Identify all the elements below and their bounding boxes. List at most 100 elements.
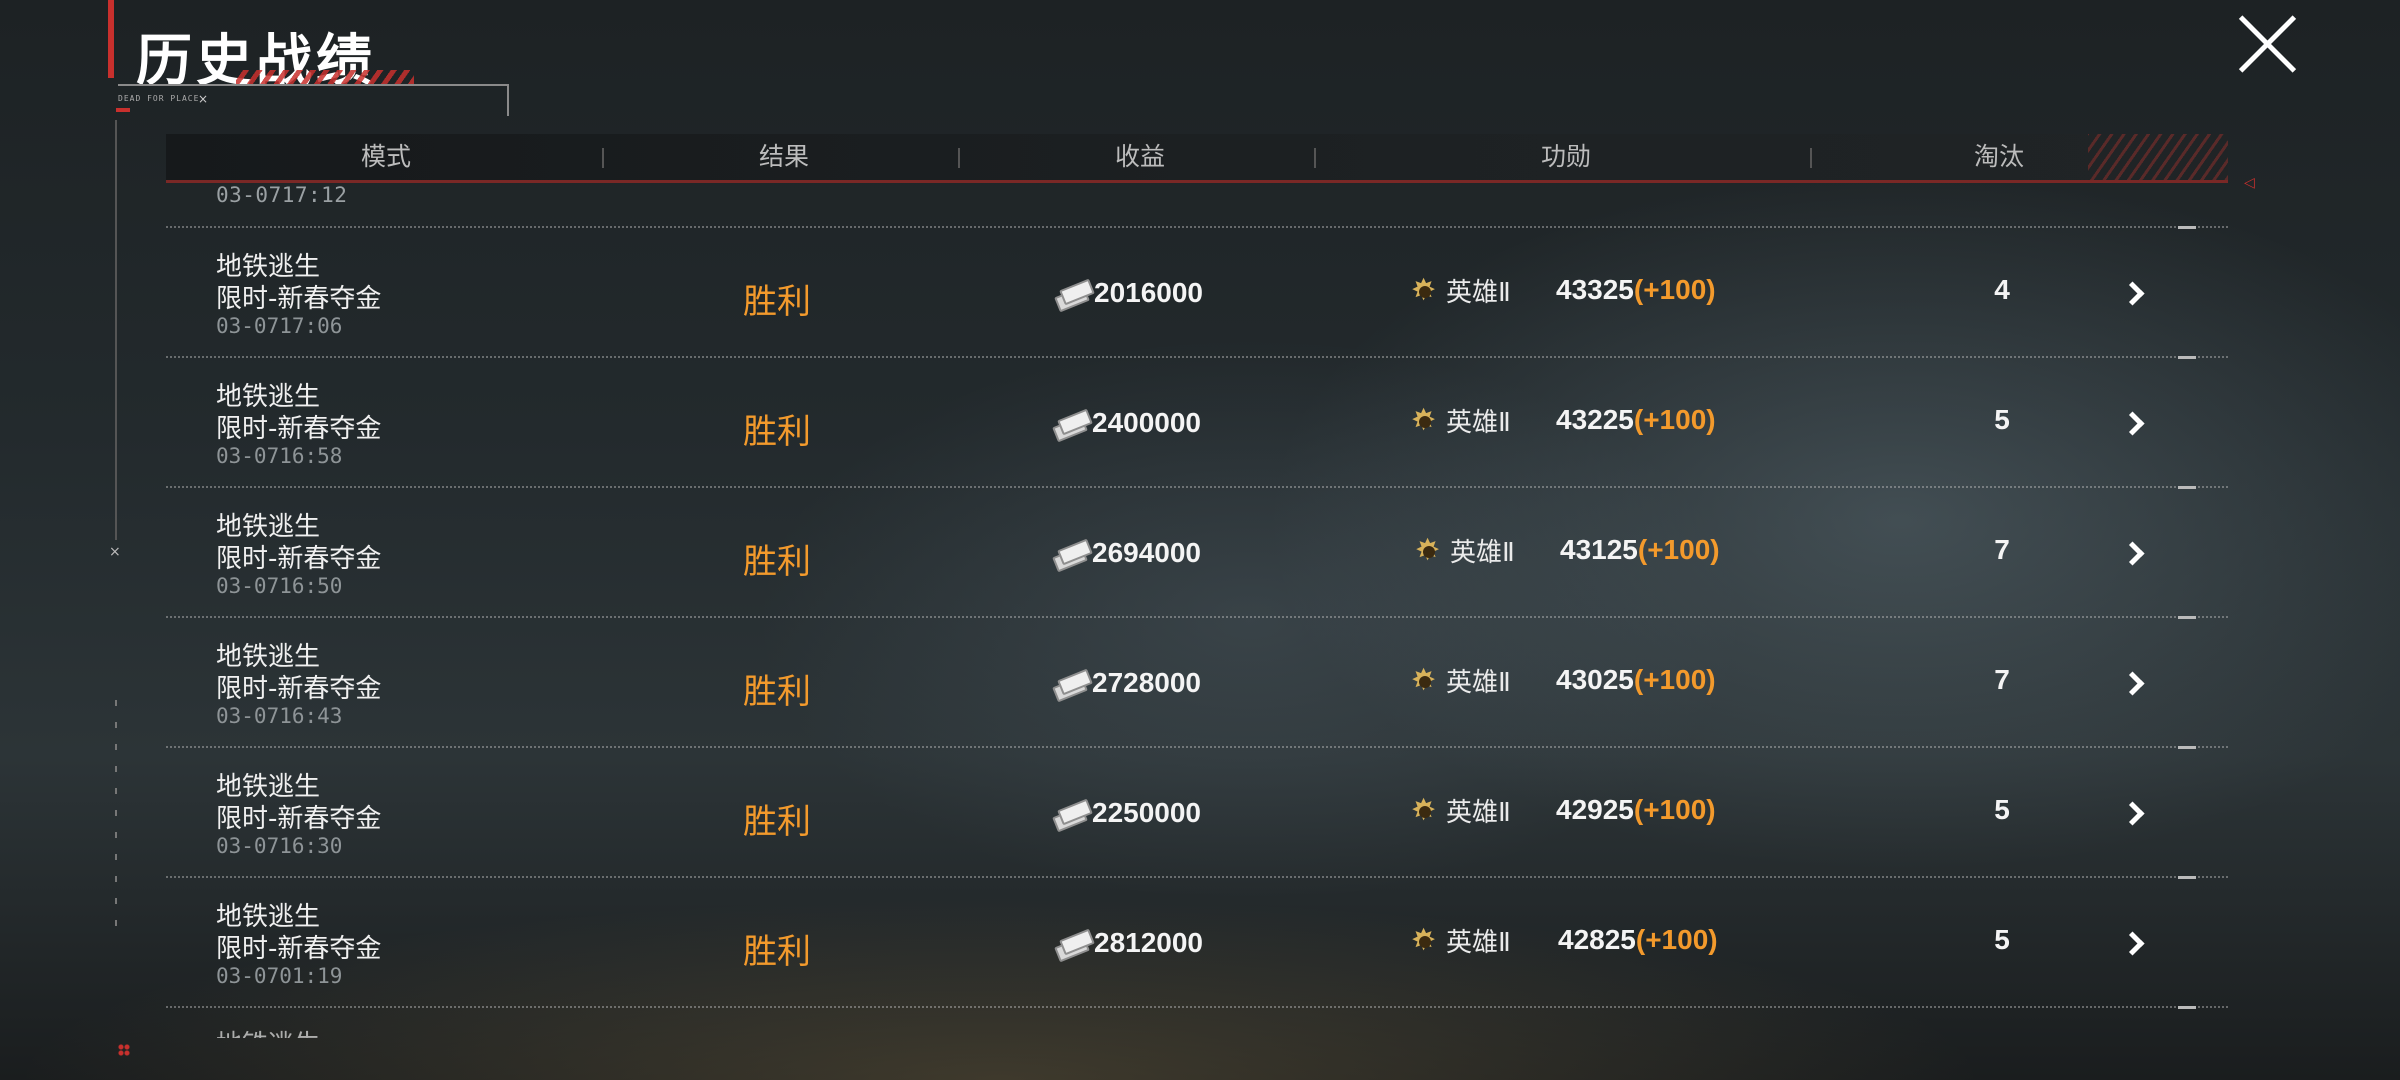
- table-rows: 地铁逃生 限时-新春夺金 03-0717:06 胜利 2016000 ✸ 英雄Ⅱ…: [166, 226, 2228, 1048]
- row-date: 03-0717:06: [216, 314, 343, 338]
- left-dots-decoration: [118, 1044, 130, 1056]
- row-submode: 限时-新春夺金: [216, 284, 382, 314]
- row-earnings: 2400000: [1052, 406, 1202, 443]
- row-merit: 42925(+100): [1556, 794, 1716, 826]
- row-merit-delta: (+100): [1633, 274, 1716, 305]
- chevron-right-icon[interactable]: [2118, 276, 2152, 310]
- partial-row-date: 03-0717:12: [216, 183, 348, 207]
- row-merit-value: 43025: [1556, 664, 1634, 695]
- chevron-right-icon[interactable]: [2118, 406, 2152, 440]
- row-rank: ✸ 英雄Ⅱ: [1408, 662, 1511, 699]
- row-earnings: 2812000: [1054, 926, 1204, 963]
- title-underline-tick: [507, 84, 509, 116]
- table-row[interactable]: 地铁逃生 限时-新春夺金 03-0701:19 胜利 2812000 ✸ 英雄Ⅱ…: [166, 876, 2228, 1006]
- row-merit: 43225(+100): [1556, 404, 1716, 436]
- row-result: 胜利: [743, 282, 811, 322]
- rank-badge-icon: ✸: [1408, 924, 1442, 958]
- row-submode: 限时-新春夺金: [216, 414, 382, 444]
- table-row-partial[interactable]: 地铁逃生: [166, 1006, 2228, 1048]
- table-row[interactable]: 地铁逃生 限时-新春夺金 03-0716:43 胜利 2728000 ✸ 英雄Ⅱ…: [166, 616, 2228, 746]
- chevron-right-icon[interactable]: [2118, 796, 2152, 830]
- header-tag: DEAD FOR PLACE: [118, 94, 200, 103]
- row-divider-tick: [2178, 746, 2196, 749]
- row-submode: 限时-新春夺金: [216, 544, 382, 574]
- cash-icon: [1052, 408, 1093, 443]
- table-row[interactable]: 地铁逃生 限时-新春夺金 03-0716:50 胜利 2694000 ✸ 英雄Ⅱ…: [166, 486, 2228, 616]
- row-rank-name: 英雄Ⅱ: [1446, 798, 1511, 828]
- cash-icon: [1054, 278, 1095, 313]
- row-rank-name: 英雄Ⅱ: [1446, 408, 1511, 438]
- chevron-right-icon[interactable]: [2118, 666, 2152, 700]
- header-separator: [1314, 148, 1316, 168]
- row-eliminations: 5: [1994, 924, 2010, 955]
- table-row[interactable]: 地铁逃生 限时-新春夺金 03-0717:06 胜利 2016000 ✸ 英雄Ⅱ…: [166, 226, 2228, 356]
- row-rank: ✸ 英雄Ⅱ: [1412, 532, 1515, 569]
- scroll-marker-icon: ◁: [2244, 175, 2255, 191]
- row-result: 胜利: [743, 802, 811, 842]
- chevron-right-icon[interactable]: [2118, 536, 2152, 570]
- row-divider-tick: [2178, 1006, 2196, 1009]
- close-button[interactable]: [2236, 12, 2300, 76]
- row-earnings-value: 2400000: [1092, 407, 1202, 438]
- row-divider-tick: [2178, 876, 2196, 879]
- row-rank-name: 英雄Ⅱ: [1450, 538, 1515, 568]
- row-merit: 43025(+100): [1556, 664, 1716, 696]
- row-eliminations: 4: [1994, 274, 2010, 305]
- row-submode: 限时-新春夺金: [216, 674, 382, 704]
- header-separator: [602, 148, 604, 168]
- row-rank: ✸ 英雄Ⅱ: [1408, 922, 1511, 959]
- row-date: 03-0716:50: [216, 574, 343, 598]
- row-eliminations: 5: [1994, 404, 2010, 435]
- header-separator: [958, 148, 960, 168]
- row-merit-value: 42925: [1556, 794, 1634, 825]
- row-rank-name: 英雄Ⅱ: [1446, 928, 1511, 958]
- left-rail-dashes: [115, 700, 117, 930]
- row-date: 03-0716:58: [216, 444, 343, 468]
- table-row[interactable]: 地铁逃生 限时-新春夺金 03-0716:30 胜利 2250000 ✸ 英雄Ⅱ…: [166, 746, 2228, 876]
- row-earnings: 2694000: [1052, 536, 1202, 573]
- row-merit: 43325(+100): [1556, 274, 1716, 306]
- row-merit-delta: (+100): [1637, 534, 1720, 565]
- header-x-mark-icon: ×: [198, 92, 209, 106]
- row-merit-delta: (+100): [1635, 924, 1718, 955]
- row-eliminations: 5: [1994, 794, 2010, 825]
- row-rank: ✸ 英雄Ⅱ: [1408, 402, 1511, 439]
- row-merit: 42825(+100): [1558, 924, 1718, 956]
- title-accent-bar: [108, 0, 114, 78]
- row-rank-name: 英雄Ⅱ: [1446, 278, 1511, 308]
- row-earnings-value: 2016000: [1094, 277, 1204, 308]
- row-submode: 限时-新春夺金: [216, 804, 382, 834]
- row-earnings-value: 2812000: [1094, 927, 1204, 958]
- row-rank-name: 英雄Ⅱ: [1446, 668, 1511, 698]
- row-merit: 43125(+100): [1560, 534, 1720, 566]
- row-result: 胜利: [743, 672, 811, 712]
- row-eliminations: 7: [1994, 534, 2010, 565]
- row-divider-tick: [2178, 616, 2196, 619]
- row-eliminations: 7: [1994, 664, 2010, 695]
- row-submode: 限时-新春夺金: [216, 934, 382, 964]
- row-earnings: 2728000: [1052, 666, 1201, 703]
- row-merit-delta: (+100): [1633, 404, 1716, 435]
- row-date: 03-0716:30: [216, 834, 343, 858]
- table-header: 模式 结果 收益 功勋 淘汰: [166, 134, 2228, 183]
- rank-badge-icon: ✸: [1408, 274, 1442, 308]
- header-separator: [1810, 148, 1812, 168]
- row-merit-value: 43125: [1560, 534, 1638, 565]
- row-earnings: 2016000: [1054, 276, 1204, 313]
- row-merit-delta: (+100): [1633, 664, 1716, 695]
- chevron-right-icon[interactable]: [2118, 926, 2152, 960]
- cash-icon: [1054, 928, 1095, 963]
- rank-badge-icon: ✸: [1408, 794, 1442, 828]
- row-earnings-value: 2694000: [1092, 537, 1202, 568]
- cash-icon: [1052, 798, 1093, 833]
- title-stripes-decoration: [236, 70, 414, 84]
- cash-icon: [1052, 538, 1093, 573]
- row-date: 03-0716:43: [216, 704, 343, 728]
- row-merit-value: 43325: [1556, 274, 1634, 305]
- left-rail-x-icon: ×: [109, 544, 121, 560]
- left-rail-decoration: [115, 120, 117, 540]
- title-underline: [118, 84, 508, 86]
- rank-badge-icon: ✸: [1412, 534, 1446, 568]
- table-row[interactable]: 地铁逃生 限时-新春夺金 03-0716:58 胜利 2400000 ✸ 英雄Ⅱ…: [166, 356, 2228, 486]
- row-merit-value: 42825: [1558, 924, 1636, 955]
